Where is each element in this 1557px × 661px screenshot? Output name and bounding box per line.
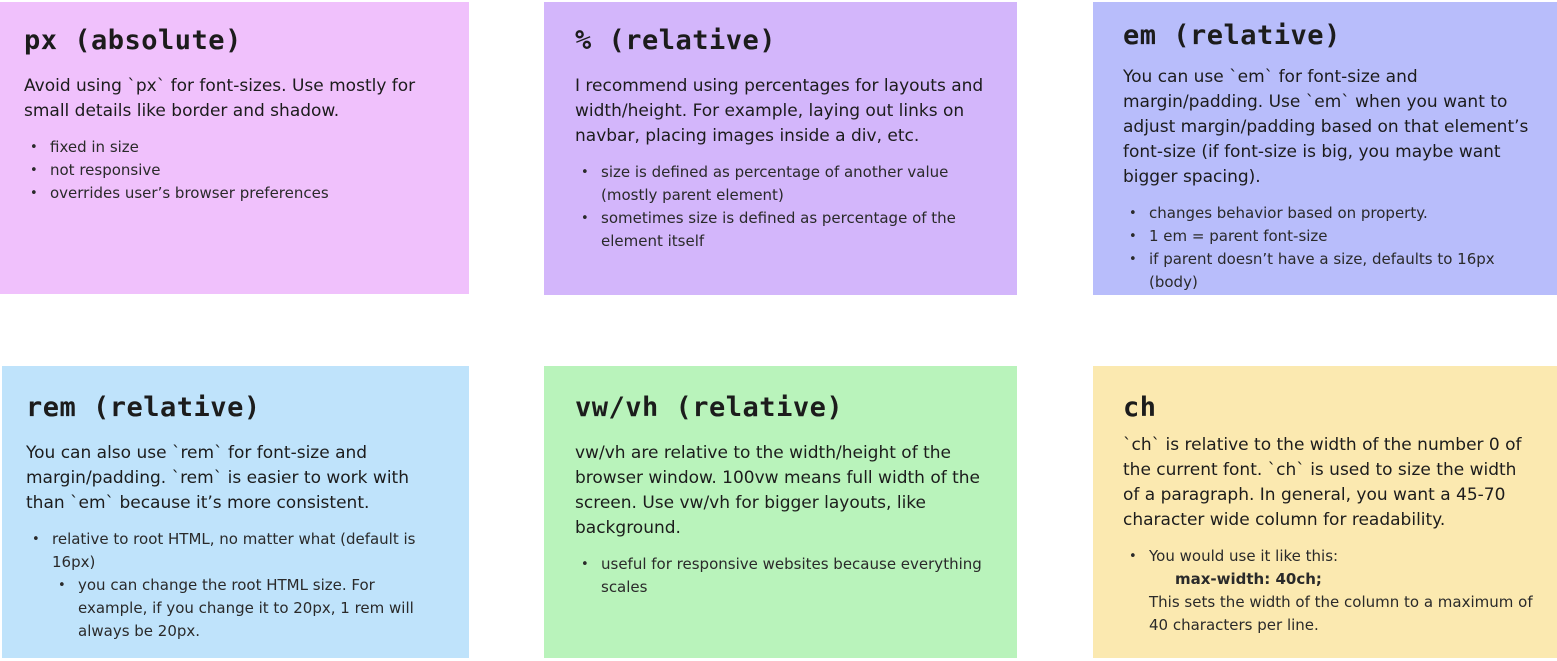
bullet-item: changes behavior based on property.	[1129, 202, 1533, 225]
bullet-item: 1 em = parent font-size	[1129, 225, 1533, 248]
card-description: Avoid using `px` for font-sizes. Use mos…	[24, 76, 416, 121]
card-rem: rem (relative) You can also use `rem` fo…	[2, 366, 469, 658]
bullet-list: size is defined as percentage of another…	[575, 161, 993, 253]
bullet-intro: You would use it like this:	[1149, 547, 1339, 565]
card-description: vw/vh are relative to the width/height o…	[575, 443, 981, 538]
code-example: max-width: 40ch;	[1175, 570, 1322, 588]
bullet-item: overrides user’s browser preferences	[30, 182, 445, 205]
card-title: px (absolute)	[24, 25, 242, 56]
card-title: % (relative)	[575, 25, 777, 56]
sub-bullet-item: you can change the root HTML size. For e…	[58, 574, 445, 643]
card-title: rem (relative)	[26, 392, 261, 423]
bullet-list: useful for responsive websites because e…	[575, 553, 993, 599]
card-description: `ch` is relative to the width of the num…	[1123, 435, 1522, 530]
bullet-item: useful for responsive websites because e…	[581, 553, 993, 599]
card-description: You can also use `rem` for font-size and…	[26, 443, 409, 513]
bullet-item: if parent doesn’t have a size, defaults …	[1129, 248, 1533, 294]
card-title: vw/vh (relative)	[575, 392, 844, 423]
bullet-list: relative to root HTML, no matter what (d…	[26, 528, 445, 643]
bullet-item: fixed in size	[30, 136, 445, 159]
bullet-text: relative to root HTML, no matter what (d…	[52, 530, 416, 571]
card-percent: % (relative) I recommend using percentag…	[544, 2, 1017, 295]
card-px: px (absolute) Avoid using `px` for font-…	[0, 2, 469, 294]
sub-bullet-list: you can change the root HTML size. For e…	[52, 574, 445, 643]
card-title: ch	[1123, 392, 1157, 423]
bullet-item: sometimes size is defined as percentage …	[581, 207, 993, 253]
bullet-list: fixed in size not responsive overrides u…	[24, 136, 445, 205]
card-em: em (relative) You can use `em` for font-…	[1093, 2, 1557, 295]
card-vw-vh: vw/vh (relative) vw/vh are relative to t…	[544, 366, 1017, 658]
card-description: I recommend using percentages for layout…	[575, 76, 984, 146]
bullet-item: not responsive	[30, 159, 445, 182]
bullet-note: This sets the width of the column to a m…	[1149, 593, 1533, 634]
bullet-item: relative to root HTML, no matter what (d…	[32, 528, 445, 643]
card-ch: ch `ch` is relative to the width of the …	[1093, 366, 1557, 658]
bullet-list: changes behavior based on property. 1 em…	[1123, 202, 1533, 294]
card-title: em (relative)	[1123, 20, 1341, 51]
bullet-list: You would use it like this: max-width: 4…	[1123, 545, 1533, 637]
bullet-item: size is defined as percentage of another…	[581, 161, 993, 207]
card-description: You can use `em` for font-size and margi…	[1123, 67, 1529, 187]
bullet-item: You would use it like this: max-width: 4…	[1129, 545, 1533, 637]
